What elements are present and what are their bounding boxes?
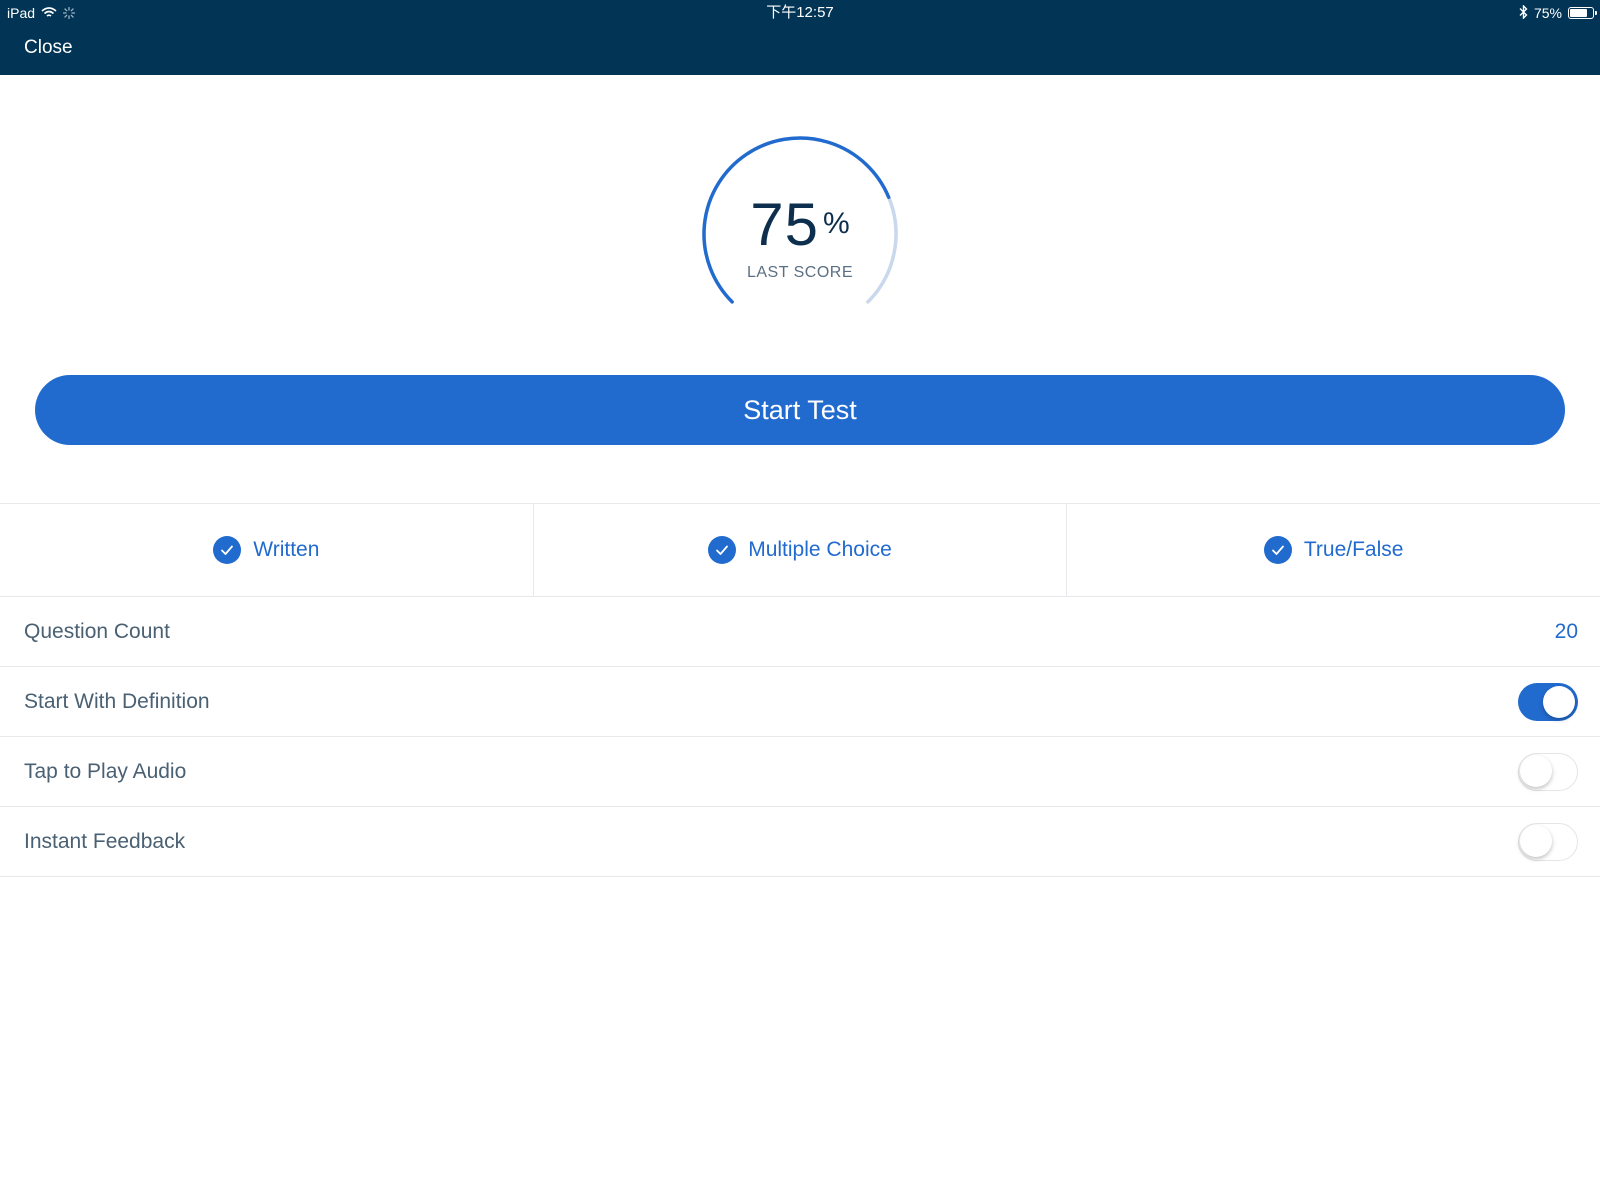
toggle-knob <box>1543 685 1575 718</box>
instant-feedback-label: Instant Feedback <box>24 829 186 853</box>
question-type-label: Multiple Choice <box>748 538 892 561</box>
instant-feedback-toggle[interactable] <box>1518 822 1578 861</box>
question-type-selector: Written Multiple Choice True/False <box>0 503 1600 597</box>
question-type-written[interactable]: Written <box>0 504 534 596</box>
checkmark-icon <box>213 536 242 564</box>
score-unit: % <box>823 207 850 240</box>
start-with-definition-row: Start With Definition <box>0 667 1600 737</box>
last-score-gauge: 75 % LAST SCORE <box>695 133 905 313</box>
question-type-true-false[interactable]: True/False <box>1067 504 1600 596</box>
toggle-knob <box>1520 825 1552 857</box>
loading-spinner-icon <box>63 7 76 19</box>
close-button[interactable]: Close <box>24 37 73 59</box>
score-value: 75 % <box>695 195 905 255</box>
tap-to-play-audio-label: Tap to Play Audio <box>24 759 187 783</box>
battery-percent: 75% <box>1533 5 1562 21</box>
start-with-definition-label: Start With Definition <box>24 689 210 713</box>
question-count-row[interactable]: Question Count 20 <box>0 597 1600 667</box>
question-type-label: True/False <box>1303 538 1404 561</box>
tap-to-play-audio-toggle[interactable] <box>1518 752 1578 791</box>
battery-fill <box>1570 9 1587 17</box>
status-left: iPad <box>7 3 76 23</box>
checkmark-icon <box>1263 536 1292 564</box>
status-time: 下午12:57 <box>766 4 834 21</box>
score-label: LAST SCORE <box>746 264 854 281</box>
start-test-button[interactable]: Start Test <box>35 375 1565 445</box>
tap-to-play-audio-row: Tap to Play Audio <box>0 737 1600 807</box>
score-number: 75 <box>750 191 820 258</box>
instant-feedback-row: Instant Feedback <box>0 807 1600 877</box>
status-right: 75% <box>1519 3 1597 23</box>
question-type-multiple-choice[interactable]: Multiple Choice <box>534 504 1068 596</box>
question-type-label: Written <box>253 538 320 561</box>
toggle-knob <box>1520 755 1552 787</box>
checkmark-icon <box>708 536 737 564</box>
device-name: iPad <box>7 5 36 21</box>
bluetooth-icon <box>1519 3 1528 22</box>
question-count-label: Question Count <box>24 619 170 643</box>
question-count-value[interactable]: 20 <box>1555 620 1578 644</box>
start-with-definition-toggle[interactable] <box>1518 682 1578 721</box>
wifi-icon <box>41 7 57 19</box>
battery-icon <box>1568 7 1597 19</box>
navigation-bar: iPad 下午12:57 75% Close <box>0 0 1600 75</box>
